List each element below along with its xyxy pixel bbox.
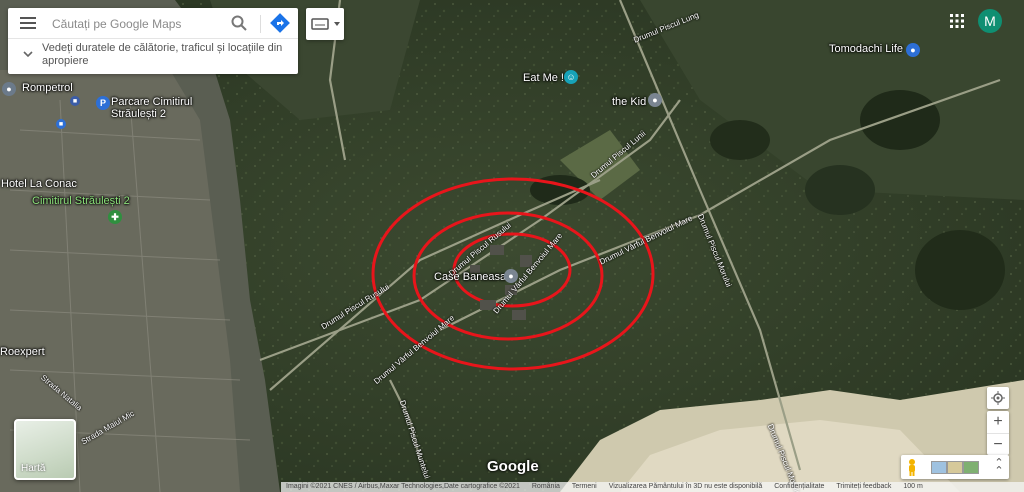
place-label-tomodachi[interactable]: Tomodachi Life <box>829 43 903 55</box>
keyboard-icon <box>311 18 340 30</box>
imagery-credit: Imagini ©2021 CNES / Airbus,Maxar Techno… <box>286 483 520 490</box>
search-input[interactable] <box>50 12 224 36</box>
search-divider <box>260 15 261 33</box>
parking-pin-icon[interactable]: P <box>96 96 110 110</box>
search-icon[interactable] <box>230 14 248 32</box>
place-label-parking-line1[interactable]: Parcare Cimitirul <box>111 96 192 108</box>
search-box: Vedeți duratele de călătorie, traficul ș… <box>8 8 298 74</box>
chevron-down-icon[interactable] <box>22 48 34 60</box>
directions-icon[interactable] <box>270 13 290 33</box>
zoom-in-button[interactable]: + <box>987 411 1009 434</box>
imagery-thumb-2[interactable] <box>947 461 963 474</box>
layer-toggle-label: Hartă <box>21 463 46 474</box>
tomodachi-pin-icon[interactable]: ● <box>906 43 920 57</box>
collapsed-panel-row[interactable]: Vedeți duratele de călătorie, traficul ș… <box>8 39 298 74</box>
search-hint-text: Vedeți duratele de călătorie, traficul ș… <box>42 42 283 67</box>
country-link[interactable]: România <box>532 483 560 490</box>
transit-pin-icon[interactable]: ■ <box>56 119 66 129</box>
keyboard-button[interactable] <box>306 8 344 40</box>
my-location-button[interactable] <box>987 387 1009 409</box>
place-label-cemetery[interactable]: Cimitirul Străulești 2 <box>32 195 130 207</box>
imagery-thumb-3[interactable] <box>963 461 979 474</box>
place-label-case-baneasa[interactable]: Case Baneasa <box>434 271 506 283</box>
cafe-pin-icon[interactable]: ☺ <box>564 70 578 84</box>
feedback-link[interactable]: Trimiteți feedback <box>836 483 891 490</box>
imagery-thumb-1[interactable] <box>931 461 947 474</box>
place-label-hotel[interactable]: Hotel La Conac <box>1 178 77 190</box>
account-avatar[interactable]: M <box>978 9 1002 33</box>
menu-icon[interactable] <box>20 17 36 29</box>
search-row <box>8 8 298 39</box>
zoom-controls: + − <box>987 411 1009 455</box>
zoom-out-button[interactable]: − <box>987 434 1009 456</box>
fuel-pin-icon[interactable]: ● <box>2 82 16 96</box>
bus-stop-icon[interactable]: ■ <box>70 96 80 106</box>
cemetery-pin-icon[interactable]: ✚ <box>108 210 122 224</box>
place-label-roexpert[interactable]: Roexpert <box>0 346 45 358</box>
pegman-icon[interactable] <box>905 458 919 476</box>
place-label-eat-me[interactable]: Eat Me ! <box>523 72 564 84</box>
place-pin-icon[interactable]: ● <box>648 93 662 107</box>
terms-link[interactable]: Termeni <box>572 483 597 490</box>
map-footer: Imagini ©2021 CNES / Airbus,Maxar Techno… <box>281 482 1024 492</box>
apps-icon[interactable] <box>950 14 964 28</box>
place-label-the-kid[interactable]: the Kid <box>612 96 646 108</box>
locate-icon <box>991 391 1005 405</box>
bottom-quick-controls: ⌃ ⌃ <box>901 455 1009 479</box>
map-layer-toggle[interactable]: Hartă <box>14 419 76 480</box>
google-logo: Google <box>487 458 539 475</box>
scale-bar[interactable]: 100 m <box>903 483 922 490</box>
privacy-link[interactable]: Confidențialitate <box>774 483 824 490</box>
3d-unavailable-text: Vizualizarea Pământului în 3D nu este di… <box>608 483 763 490</box>
place-label-rompetrol[interactable]: Rompetrol <box>22 82 73 94</box>
expand-icon[interactable]: ⌃ ⌃ <box>993 458 1005 477</box>
place-label-parking[interactable]: Străulești 2 <box>111 108 166 120</box>
